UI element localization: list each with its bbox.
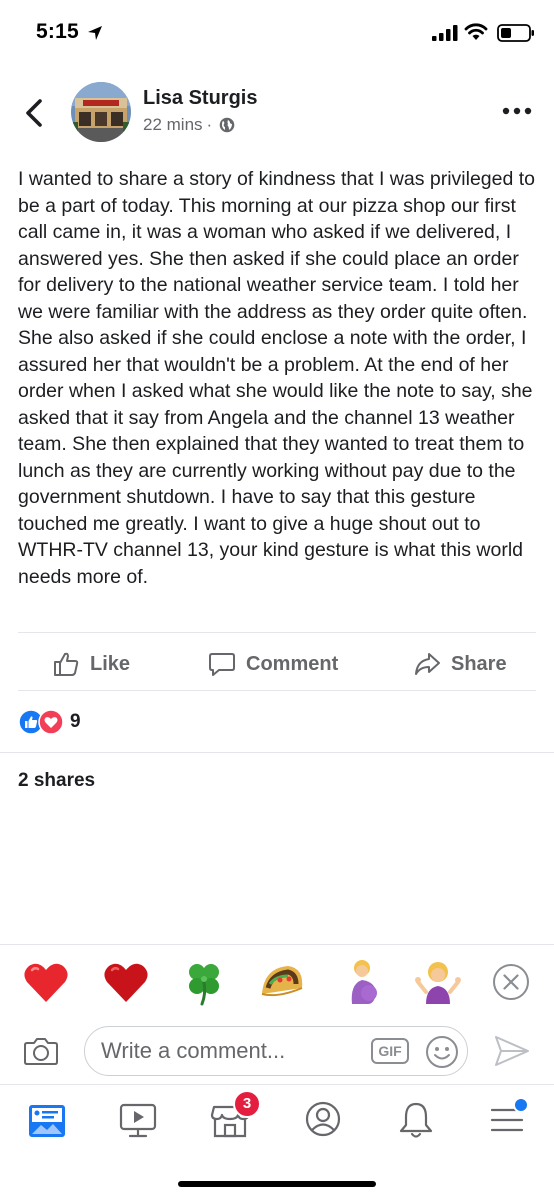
status-bar: 5:15 [0,0,554,66]
status-time: 5:15 [36,20,79,43]
reactions-summary[interactable]: 9 [18,708,81,736]
shares-count[interactable]: 2 shares [18,770,95,792]
post-meta: 22 mins · [143,115,235,135]
send-button[interactable] [493,1033,531,1069]
like-button[interactable]: Like [52,644,130,684]
nav-news-feed[interactable] [22,1095,72,1145]
love-reaction-icon [38,709,64,735]
divider [18,632,536,633]
divider [18,690,536,691]
reaction-count: 9 [70,711,81,732]
red-heart-emoji[interactable] [22,958,70,1006]
wifi-icon [464,23,488,40]
signal-icon [432,25,458,41]
comment-button[interactable]: Comment [208,644,338,684]
emoji-picker-button[interactable] [425,1035,459,1069]
taco-emoji[interactable] [258,958,306,1006]
share-arrow-icon [415,653,440,675]
nav-marketplace[interactable]: 3 [205,1090,261,1145]
share-label: Share [451,652,507,675]
emoji-suggestion-bar [0,946,554,1018]
comment-input-container[interactable]: GIF [84,1026,468,1076]
location-arrow-icon [88,26,102,40]
nav-menu[interactable] [483,1095,533,1145]
nav-notifications[interactable] [391,1095,441,1145]
close-emoji-bar-button[interactable] [492,963,530,1001]
divider [0,752,554,753]
nav-watch[interactable] [113,1095,163,1145]
pregnant-woman-emoji[interactable] [338,958,386,1006]
post-time[interactable]: 22 mins [143,115,203,135]
comment-input[interactable] [101,1035,361,1067]
home-indicator [178,1181,376,1187]
author-avatar[interactable] [71,82,131,142]
comment-label: Comment [246,652,339,675]
comment-bubble-icon [209,653,235,676]
divider [0,944,554,945]
globe-icon [219,117,235,133]
notifications-icon [399,1102,433,1138]
share-button[interactable]: Share [413,644,507,684]
nav-profile[interactable] [298,1095,348,1145]
author-name[interactable]: Lisa Sturgis [143,87,257,110]
back-button[interactable] [18,96,50,130]
more-options-button[interactable] [501,102,533,120]
pizza-shop-photo [71,82,131,142]
person-shrugging-emoji[interactable] [414,958,462,1006]
post-text: I wanted to share a story of kindness th… [18,168,536,588]
camera-button[interactable] [22,1032,60,1070]
gif-button[interactable]: GIF [371,1038,409,1064]
watch-icon [119,1103,157,1138]
heavy-heart-emoji[interactable] [102,958,150,1006]
like-label: Like [90,652,131,675]
meta-separator: · [206,115,213,134]
marketplace-badge: 3 [233,1090,261,1118]
profile-icon [305,1101,341,1137]
menu-notification-dot [513,1097,529,1113]
thumbs-up-icon [54,652,79,676]
news-feed-icon [29,1105,65,1137]
four-leaf-clover-emoji[interactable] [180,958,228,1006]
battery-icon [497,24,534,42]
